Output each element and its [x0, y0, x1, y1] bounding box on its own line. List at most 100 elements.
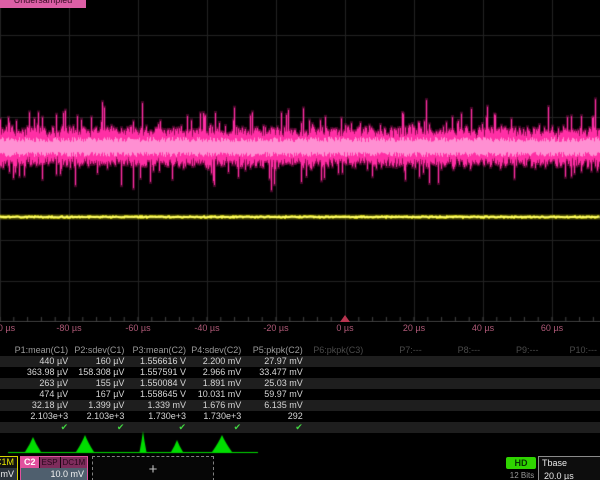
- c1-vertical-scale: 0 mV: [0, 468, 17, 480]
- descriptor-bar: DC1M 0 mV C2 ESP DC1M 10.0 mV + HD 12 Bi…: [0, 455, 600, 480]
- measure-value-cell: 440 µV: [0, 356, 71, 367]
- measure-value-cell: [483, 389, 541, 400]
- measure-value-cell: 1.399 µV: [71, 400, 127, 411]
- c2-coupling-badge: DC1M: [61, 457, 88, 468]
- measure-value-cell: [483, 356, 541, 367]
- undersampled-badge: Undersampled: [0, 0, 86, 8]
- measure-value-cell: 155 µV: [71, 378, 127, 389]
- measure-value-cell: [483, 400, 541, 411]
- measure-value-cell: 25.03 mV: [244, 378, 306, 389]
- measure-value-cell: [542, 389, 600, 400]
- measure-value-cell: [306, 367, 367, 378]
- measure-value-cell: [542, 367, 600, 378]
- measure-value-cell: 2.103e+3: [71, 411, 127, 422]
- measure-value-cell: 363.98 µV: [0, 367, 71, 378]
- measure-column-header[interactable]: P7:---: [366, 345, 424, 356]
- measure-value-cell: 1.557591 V: [127, 367, 189, 378]
- measure-value-cell: 27.97 mV: [244, 356, 306, 367]
- measure-value-cell: 263 µV: [0, 378, 71, 389]
- measure-value-cell: 292: [244, 411, 306, 422]
- measure-value-cell: 33.477 mV: [244, 367, 306, 378]
- time-axis-tick-label: 0 µs: [336, 323, 353, 333]
- measure-column-header[interactable]: P2:sdev(C1): [71, 345, 127, 356]
- channel-c1-descriptor[interactable]: DC1M 0 mV: [0, 456, 18, 480]
- measure-value-cell: 1.558645 V: [127, 389, 189, 400]
- measure-value-cell: 1.339 mV: [127, 400, 189, 411]
- measure-value-cell: 1.891 mV: [189, 378, 244, 389]
- measure-column-header[interactable]: P1:mean(C1): [0, 345, 71, 356]
- measure-value-cell: [542, 356, 600, 367]
- measure-value-cell: [306, 378, 367, 389]
- measure-value-cell: [366, 367, 424, 378]
- measure-value-cell: [366, 378, 424, 389]
- measure-value-cell: [483, 367, 541, 378]
- measure-value-cell: [425, 356, 483, 367]
- time-axis-tick-label: -60 µs: [125, 323, 150, 333]
- measure-value-cell: 1.730e+3: [127, 411, 189, 422]
- measure-value-cell: 32.18 µV: [0, 400, 71, 411]
- measure-value-cell: 2.200 mV: [189, 356, 244, 367]
- time-axis-tick-label: -20 µs: [263, 323, 288, 333]
- measure-column-header[interactable]: P8:---: [425, 345, 483, 356]
- measure-value-cell: 1.556616 V: [127, 356, 189, 367]
- measure-value-cell: 474 µV: [0, 389, 71, 400]
- measure-column-header[interactable]: P4:sdev(C2): [189, 345, 244, 356]
- timebase-value: 20.0 µs: [539, 470, 600, 480]
- measure-value-cell: [306, 356, 367, 367]
- hd-mode-badge: HD: [506, 457, 536, 469]
- measure-column-header[interactable]: P5:pkpk(C2): [244, 345, 306, 356]
- measure-value-cell: [483, 378, 541, 389]
- measure-value-cell: 6.135 mV: [244, 400, 306, 411]
- measure-value-cell: [425, 367, 483, 378]
- measure-value-cell: [306, 389, 367, 400]
- time-axis-tick-label: 60 µs: [541, 323, 563, 333]
- c1-coupling-label: DC1M: [0, 457, 17, 468]
- measure-value-cell: 1.676 mV: [189, 400, 244, 411]
- measure-value-cell: [425, 389, 483, 400]
- time-axis-tick-label: -40 µs: [194, 323, 219, 333]
- measure-value-cell: 2.966 mV: [189, 367, 244, 378]
- measure-value-cell: [366, 356, 424, 367]
- measure-value-cell: [306, 411, 367, 422]
- timebase-label: Tbase: [539, 457, 600, 470]
- measure-column-header[interactable]: P10:---: [542, 345, 600, 356]
- c2-channel-label: C2: [21, 457, 39, 468]
- measure-value-cell: 1.550084 V: [127, 378, 189, 389]
- oscilloscope-screen: Undersampled -100 µs -80 µs -60 µs -40 µs -2…: [0, 0, 600, 480]
- measure-value-cell: [425, 400, 483, 411]
- measure-value-cell: 160 µV: [71, 356, 127, 367]
- timebase-descriptor[interactable]: Tbase 20.0 µs: [538, 456, 600, 480]
- measure-value-cell: [542, 400, 600, 411]
- c2-vertical-scale: 10.0 mV: [21, 468, 87, 480]
- measure-value-cell: [366, 400, 424, 411]
- measure-column-header[interactable]: P9:---: [483, 345, 541, 356]
- c2-esp-badge: ESP: [40, 457, 60, 468]
- measurement-table: P1:mean(C1)P2:sdev(C1)P3:mean(C2)P4:sdev…: [0, 345, 600, 433]
- measure-value-cell: [306, 400, 367, 411]
- measure-value-cell: [542, 411, 600, 422]
- measure-value-cell: 59.97 mV: [244, 389, 306, 400]
- measure-value-cell: [425, 378, 483, 389]
- hd-bits-label: 12 Bits: [503, 471, 541, 480]
- measure-value-cell: [366, 411, 424, 422]
- measure-value-cell: 167 µV: [71, 389, 127, 400]
- measure-column-header[interactable]: P3:mean(C2): [127, 345, 189, 356]
- add-trace-button[interactable]: +: [92, 456, 214, 480]
- measurement-histicons: [0, 431, 600, 455]
- measure-value-cell: 10.031 mV: [189, 389, 244, 400]
- measure-value-cell: [366, 389, 424, 400]
- channel-c2-descriptor[interactable]: C2 ESP DC1M 10.0 mV: [20, 456, 88, 480]
- time-axis-tick-label: 40 µs: [472, 323, 494, 333]
- time-axis-tick-label: -100 µs: [0, 323, 15, 333]
- measure-value-cell: 1.730e+3: [189, 411, 244, 422]
- waveform-canvas: [0, 0, 600, 322]
- measure-value-cell: 2.103e+3: [0, 411, 71, 422]
- measure-value-cell: [542, 378, 600, 389]
- measure-value-cell: [483, 411, 541, 422]
- measure-value-cell: 158.308 µV: [71, 367, 127, 378]
- measure-value-cell: [425, 411, 483, 422]
- time-axis-tick-label: -80 µs: [56, 323, 81, 333]
- waveform-grid[interactable]: Undersampled -100 µs -80 µs -60 µs -40 µs -2…: [0, 0, 600, 335]
- trigger-position-marker[interactable]: [340, 315, 350, 322]
- measure-column-header[interactable]: P6:pkpk(C3): [306, 345, 367, 356]
